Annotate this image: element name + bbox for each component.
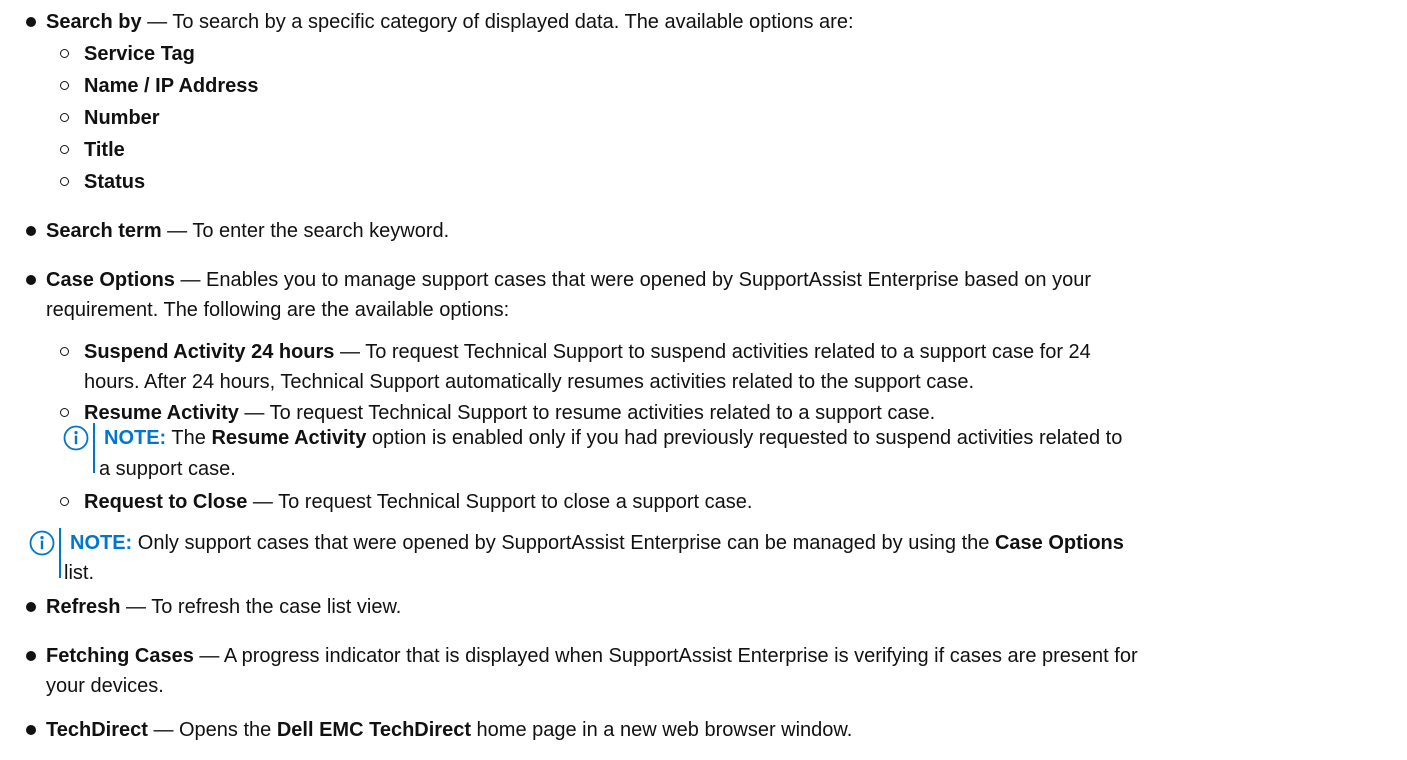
sub-bullet	[60, 347, 69, 356]
desc-search-term: — To enter the search keyword.	[161, 220, 450, 242]
term-search-term: Search term	[46, 220, 162, 242]
list-item-techdirect: TechDirect — Opens the Dell EMC TechDire…	[46, 714, 852, 746]
term-refresh: Refresh	[46, 596, 121, 618]
list-item-search-by: Search by — To search by a specific cate…	[46, 6, 854, 38]
term-case-options: Case Options	[46, 269, 175, 291]
note-bar	[93, 423, 95, 473]
sub-bullet	[60, 408, 69, 417]
note-label: NOTE:	[104, 427, 167, 449]
document-page: Search by — To search by a specific cate…	[0, 0, 1407, 760]
desc-resume: — To request Technical Support to resume…	[238, 402, 936, 424]
note-resume-line2: a support case.	[99, 458, 236, 480]
option-request-close: Request to Close — To request Technical …	[84, 486, 752, 518]
list-item-search-term: Search term — To enter the search keywor…	[46, 215, 449, 247]
note-bar	[59, 528, 61, 578]
term-fetching: Fetching Cases	[46, 645, 194, 667]
sub-bullet	[60, 177, 69, 186]
option-title: Title	[84, 139, 125, 161]
option-suspend: Suspend Activity 24 hours — To request T…	[84, 336, 1091, 368]
option-status: Status	[84, 171, 146, 193]
term-request-close: Request to Close	[84, 491, 248, 513]
desc-fetching-line2: your devices.	[46, 675, 164, 697]
note-case-options-line1: NOTE: Only support cases that were opene…	[70, 527, 1124, 559]
desc-case-options-line1: — Enables you to manage support cases th…	[174, 269, 1092, 291]
sub-bullet	[60, 49, 69, 58]
list-item-case-options: Case Options — Enables you to manage sup…	[46, 264, 1091, 296]
bullet	[26, 602, 36, 612]
note-text: Only support cases that were opened by S…	[132, 532, 995, 554]
desc-techdirect-post: home page in a new web browser window.	[470, 719, 853, 741]
desc-case-options-line2: requirement. The following are the avail…	[46, 299, 510, 321]
term-techdirect: TechDirect	[46, 719, 148, 741]
note-bold: Resume Activity	[211, 427, 367, 449]
term-search-by: Search by	[46, 11, 142, 33]
note-label: NOTE:	[70, 532, 133, 554]
desc-techdirect-pre: — Opens the	[147, 719, 277, 741]
desc-search-by: — To search by a specific category of di…	[141, 11, 854, 33]
option-name-ip: Name / IP Address	[84, 75, 259, 97]
bullet	[26, 275, 36, 285]
desc-suspend-line1: — To request Technical Support to suspen…	[334, 341, 1091, 363]
bullet	[26, 725, 36, 735]
desc-request-close: — To request Technical Support to close …	[247, 491, 753, 513]
list-item-fetching: Fetching Cases — A progress indicator th…	[46, 640, 1138, 672]
info-circle-icon	[63, 425, 89, 451]
note-case-options-line2: list.	[64, 562, 94, 584]
bullet	[26, 17, 36, 27]
bullet	[26, 651, 36, 661]
desc-fetching-line1: — A progress indicator that is displayed…	[193, 645, 1138, 667]
note-bold: Case Options	[994, 532, 1124, 554]
note-text: The	[166, 427, 212, 449]
option-number: Number	[84, 107, 160, 129]
note-resume-line1: NOTE: The Resume Activity option is enab…	[104, 422, 1122, 454]
list-item-refresh: Refresh — To refresh the case list view.	[46, 591, 401, 623]
sub-bullet	[60, 497, 69, 506]
option-service-tag: Service Tag	[84, 43, 195, 65]
term-suspend: Suspend Activity 24 hours	[84, 341, 335, 363]
info-circle-icon	[29, 530, 55, 556]
bullet	[26, 226, 36, 236]
term-resume: Resume Activity	[84, 402, 239, 424]
sub-bullet	[60, 81, 69, 90]
note-text: option is enabled only if you had previo…	[366, 427, 1123, 449]
desc-suspend-line2: hours. After 24 hours, Technical Support…	[84, 371, 975, 393]
sub-bullet	[60, 145, 69, 154]
techdirect-name: Dell EMC TechDirect	[276, 719, 471, 741]
sub-bullet	[60, 113, 69, 122]
desc-refresh: — To refresh the case list view.	[120, 596, 402, 618]
